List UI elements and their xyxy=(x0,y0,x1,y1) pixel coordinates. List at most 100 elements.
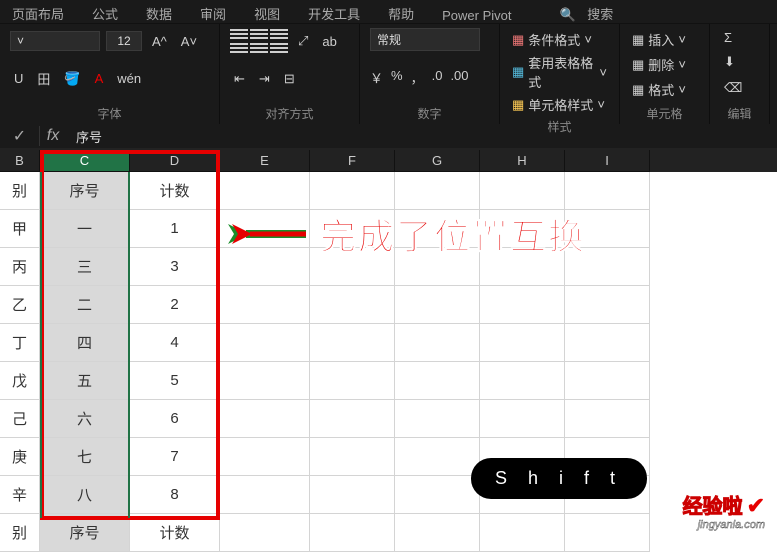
empty-cell[interactable] xyxy=(220,476,310,514)
seq-cell[interactable]: 六 xyxy=(40,400,130,438)
empty-cell[interactable] xyxy=(480,514,565,552)
tab-formula[interactable]: 公式 xyxy=(84,4,126,23)
count-cell[interactable]: 4 xyxy=(130,324,220,362)
seq-cell[interactable]: 四 xyxy=(40,324,130,362)
col-header-H[interactable]: H xyxy=(480,150,565,172)
empty-cell[interactable] xyxy=(480,400,565,438)
empty-cell[interactable] xyxy=(220,286,310,324)
empty-cell[interactable] xyxy=(220,362,310,400)
tab-data[interactable]: 数据 xyxy=(138,4,180,23)
search-box[interactable]: 🔍 搜索 xyxy=(551,4,629,23)
empty-cell[interactable] xyxy=(310,476,395,514)
comma-button[interactable]: ， xyxy=(411,68,424,87)
empty-cell[interactable] xyxy=(565,362,650,400)
row-label-cell[interactable]: 甲 xyxy=(0,210,40,248)
empty-cell[interactable] xyxy=(565,514,650,552)
cell-styles-button[interactable]: ▦单元格样式 ˅ xyxy=(510,93,609,116)
empty-cell[interactable] xyxy=(220,400,310,438)
empty-cell[interactable] xyxy=(310,324,395,362)
col-header-F[interactable]: F xyxy=(310,150,395,172)
col-header-E[interactable]: E xyxy=(220,150,310,172)
font-color-button[interactable]: A xyxy=(91,69,108,88)
seq-cell[interactable]: 七 xyxy=(40,438,130,476)
row-label-cell[interactable]: 别 xyxy=(0,514,40,552)
grow-font-icon[interactable]: A^ xyxy=(148,32,171,51)
count-cell[interactable]: 8 xyxy=(130,476,220,514)
empty-cell[interactable] xyxy=(395,476,480,514)
empty-cell[interactable] xyxy=(480,362,565,400)
count-cell[interactable]: 2 xyxy=(130,286,220,324)
seq-cell[interactable]: 二 xyxy=(40,286,130,324)
empty-cell[interactable] xyxy=(220,514,310,552)
phonetic-button[interactable]: wén xyxy=(113,69,145,88)
indent-inc-icon[interactable]: ⇥ xyxy=(255,69,274,89)
row-label-cell[interactable]: 戊 xyxy=(0,362,40,400)
row-label-cell[interactable]: 己 xyxy=(0,400,40,438)
empty-cell[interactable] xyxy=(220,172,310,210)
clear-button[interactable]: ⌫ xyxy=(720,78,759,98)
decrease-decimal-button[interactable]: .00 xyxy=(450,68,468,87)
insert-button[interactable]: ▦ 插入 ˅ xyxy=(630,28,699,51)
count-cell[interactable]: 计数 xyxy=(130,514,220,552)
empty-cell[interactable] xyxy=(310,362,395,400)
empty-cell[interactable] xyxy=(310,514,395,552)
tab-review[interactable]: 审阅 xyxy=(192,4,234,23)
seq-cell[interactable]: 五 xyxy=(40,362,130,400)
empty-cell[interactable] xyxy=(310,172,395,210)
formula-value[interactable]: 序号 xyxy=(66,127,102,146)
empty-cell[interactable] xyxy=(480,324,565,362)
wrap-text-button[interactable]: ab xyxy=(318,32,340,51)
empty-cell[interactable] xyxy=(220,324,310,362)
shrink-font-icon[interactable]: A˅ xyxy=(177,32,201,51)
empty-cell[interactable] xyxy=(220,248,310,286)
empty-cell[interactable] xyxy=(395,324,480,362)
tab-devtools[interactable]: 开发工具 xyxy=(300,4,368,23)
empty-cell[interactable] xyxy=(565,324,650,362)
col-header-I[interactable]: I xyxy=(565,150,650,172)
empty-cell[interactable] xyxy=(395,514,480,552)
empty-cell[interactable] xyxy=(565,286,650,324)
empty-cell[interactable] xyxy=(480,172,565,210)
seq-cell[interactable]: 一 xyxy=(40,210,130,248)
orientation-icon[interactable]: ⤢ xyxy=(294,31,312,51)
format-button[interactable]: ▦ 格式 ˅ xyxy=(630,78,699,101)
row-label-cell[interactable]: 丙 xyxy=(0,248,40,286)
fill-button[interactable]: ⬇ xyxy=(720,52,759,72)
seq-cell[interactable]: 三 xyxy=(40,248,130,286)
fx-check-icon[interactable]: ✓ xyxy=(0,126,40,146)
count-cell[interactable]: 7 xyxy=(130,438,220,476)
row-label-cell[interactable]: 庚 xyxy=(0,438,40,476)
autosum-button[interactable]: Σ xyxy=(720,28,759,47)
tab-view[interactable]: 视图 xyxy=(246,4,288,23)
empty-cell[interactable] xyxy=(220,438,310,476)
count-cell[interactable]: 1 xyxy=(130,210,220,248)
empty-cell[interactable] xyxy=(395,172,480,210)
col-header-G[interactable]: G xyxy=(395,150,480,172)
sheet[interactable]: 别序号计数甲一1丙三3乙二2丁四4戊五5己六6庚七7辛八8 别序号计数 完成了位… xyxy=(0,172,777,552)
row-label-cell[interactable]: 辛 xyxy=(0,476,40,514)
conditional-format-button[interactable]: ▦条件格式 ˅ xyxy=(510,28,609,51)
empty-cell[interactable] xyxy=(310,400,395,438)
fill-color-button[interactable]: 🪣 xyxy=(60,69,84,89)
empty-cell[interactable] xyxy=(395,438,480,476)
count-cell[interactable]: 计数 xyxy=(130,172,220,210)
fx-icon[interactable]: fx xyxy=(40,127,66,145)
empty-cell[interactable] xyxy=(480,286,565,324)
percent-button[interactable]: % xyxy=(391,68,403,87)
increase-decimal-button[interactable]: .0 xyxy=(432,68,443,87)
tab-layout[interactable]: 页面布局 xyxy=(4,4,72,23)
empty-cell[interactable] xyxy=(395,362,480,400)
indent-dec-icon[interactable]: ⇤ xyxy=(230,69,249,89)
row-label-cell[interactable]: 丁 xyxy=(0,324,40,362)
col-header-C[interactable]: C xyxy=(40,150,130,172)
empty-cell[interactable] xyxy=(310,286,395,324)
align-buttons[interactable] xyxy=(230,28,288,54)
empty-cell[interactable] xyxy=(310,438,395,476)
col-header-B[interactable]: B xyxy=(0,150,40,172)
empty-cell[interactable] xyxy=(565,400,650,438)
count-cell[interactable]: 6 xyxy=(130,400,220,438)
seq-cell[interactable]: 序号 xyxy=(40,514,130,552)
font-size-selector[interactable]: 12 xyxy=(106,31,142,51)
empty-cell[interactable] xyxy=(395,286,480,324)
font-selector[interactable]: ˅ xyxy=(10,31,100,51)
